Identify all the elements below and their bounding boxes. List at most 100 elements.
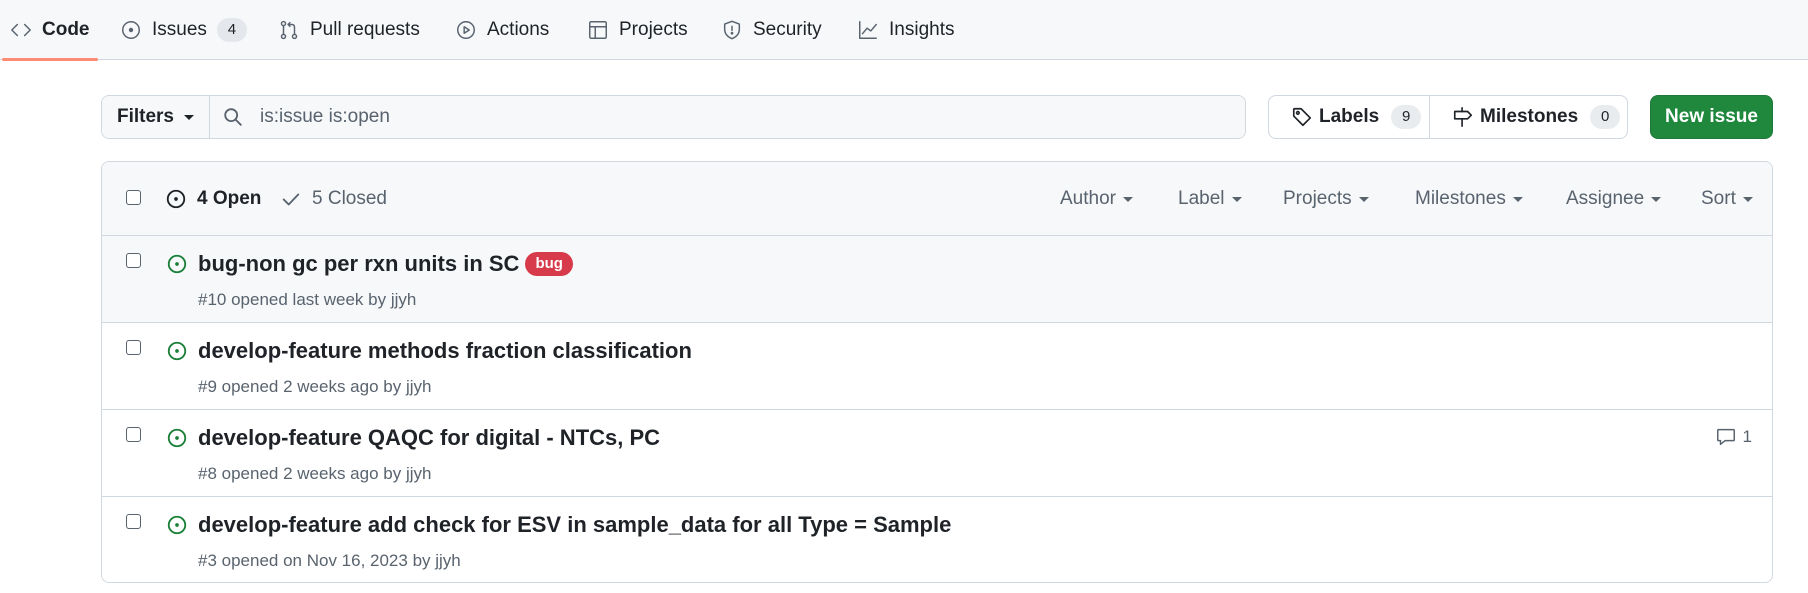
caret-down-icon: [1231, 196, 1242, 202]
author-filter-label: Author: [1060, 188, 1116, 209]
labels-button[interactable]: Labels 9: [1269, 96, 1429, 138]
issue-opened-icon: [165, 188, 187, 210]
issue-meta-text: #9 opened 2 weeks ago by: [198, 377, 406, 396]
milestone-icon: [1452, 106, 1474, 128]
open-issues-label: 4 Open: [197, 188, 262, 209]
issue-title: develop-feature QAQC for digital - NTCs,…: [198, 425, 661, 450]
new-issue-button[interactable]: New issue: [1650, 95, 1773, 139]
milestones-count-badge: 0: [1590, 105, 1621, 129]
caret-down-icon: [1512, 196, 1523, 202]
issue-meta-text: #3 opened on Nov 16, 2023 by: [198, 551, 436, 570]
tab-issues[interactable]: Issues 4: [112, 0, 255, 60]
sort-filter[interactable]: Sort: [1701, 162, 1753, 236]
issue-opened-icon: [166, 253, 188, 275]
issue-title: develop-feature methods fraction classif…: [198, 338, 692, 363]
label-filter-label: Label: [1178, 188, 1225, 209]
issue-opened-icon: [120, 19, 142, 41]
milestones-filter[interactable]: Milestones: [1415, 162, 1523, 236]
issue-row[interactable]: develop-feature methods fraction classif…: [102, 323, 1772, 410]
tab-insights[interactable]: Insights: [849, 0, 962, 60]
milestones-button[interactable]: Milestones 0: [1429, 96, 1627, 138]
issue-checkbox[interactable]: [126, 253, 141, 268]
issue-title-link[interactable]: develop-feature add check for ESV in sam…: [198, 512, 951, 538]
comments-link[interactable]: 1: [1715, 426, 1752, 448]
search-icon: [222, 106, 244, 128]
table-icon: [587, 19, 609, 41]
assignee-filter[interactable]: Assignee: [1566, 162, 1662, 236]
issues-list-header: 4 Open 5 Closed Author Label Projects Mi…: [102, 162, 1772, 236]
closed-issues-label: 5 Closed: [312, 188, 387, 209]
issue-opened-icon: [166, 427, 188, 449]
issue-meta: #8 opened 2 weeks ago by jjyh: [198, 464, 431, 484]
projects-filter[interactable]: Projects: [1283, 162, 1369, 236]
issue-author-link[interactable]: jjyh: [391, 290, 417, 309]
tab-code[interactable]: Code: [2, 0, 98, 61]
code-icon: [10, 19, 32, 41]
labels-milestones-group: Labels 9 Milestones 0: [1268, 95, 1628, 139]
select-all-checkbox[interactable]: [126, 190, 141, 205]
filters-button[interactable]: Filters: [102, 96, 210, 138]
issue-meta: #9 opened 2 weeks ago by jjyh: [198, 377, 431, 397]
issue-opened-icon: [166, 514, 188, 536]
assignee-filter-label: Assignee: [1566, 188, 1645, 209]
search-box: [210, 96, 1245, 138]
repo-nav: Code Issues 4 Pull requests Actions Proj…: [0, 0, 1808, 61]
sort-filter-label: Sort: [1701, 188, 1736, 209]
comment-icon: [1715, 426, 1737, 448]
issue-row[interactable]: develop-feature QAQC for digital - NTCs,…: [102, 410, 1772, 497]
comments-count: 1: [1742, 427, 1752, 446]
issue-checkbox[interactable]: [126, 514, 141, 529]
caret-down-icon: [184, 114, 195, 120]
tab-security-label: Security: [753, 19, 822, 40]
issues-count-badge: 4: [216, 18, 247, 42]
caret-down-icon: [1742, 196, 1753, 202]
search-input[interactable]: [258, 105, 1162, 129]
issue-checkbox[interactable]: [126, 427, 141, 442]
tag-icon: [1291, 106, 1313, 128]
issue-meta-text: #10 opened last week by: [198, 290, 391, 309]
issue-row[interactable]: bug-non gc per rxn units in SC bug #10 o…: [102, 236, 1772, 323]
filters-label: Filters: [116, 106, 175, 127]
author-filter[interactable]: Author: [1060, 162, 1133, 236]
issue-author-link[interactable]: jjyh: [435, 551, 461, 570]
tab-projects-label: Projects: [619, 19, 688, 40]
shield-icon: [721, 19, 743, 41]
tab-pull-requests-label: Pull requests: [310, 19, 420, 40]
caret-down-icon: [1122, 196, 1133, 202]
issue-row[interactable]: develop-feature add check for ESV in sam…: [102, 497, 1772, 582]
tab-pull-requests[interactable]: Pull requests: [270, 0, 428, 60]
milestones-label: Milestones: [1480, 106, 1579, 127]
caret-down-icon: [1358, 196, 1369, 202]
issue-meta: #3 opened on Nov 16, 2023 by jjyh: [198, 551, 461, 571]
git-pull-request-icon: [278, 19, 300, 41]
issue-opened-icon: [166, 340, 188, 362]
issue-checkbox[interactable]: [126, 340, 141, 355]
issue-title-link[interactable]: bug-non gc per rxn units in SC bug: [198, 251, 573, 277]
issue-title: develop-feature add check for ESV in sam…: [198, 512, 952, 537]
labels-count-badge: 9: [1391, 105, 1422, 129]
tab-security[interactable]: Security: [713, 0, 830, 60]
milestones-filter-label: Milestones: [1415, 188, 1506, 209]
open-issues-link[interactable]: 4 Open: [165, 162, 261, 236]
labels-label: Labels: [1319, 106, 1380, 127]
tab-code-label: Code: [42, 19, 90, 40]
issue-meta-text: #8 opened 2 weeks ago by: [198, 464, 406, 483]
projects-filter-label: Projects: [1283, 188, 1352, 209]
issue-title-link[interactable]: develop-feature methods fraction classif…: [198, 338, 692, 364]
play-icon: [455, 19, 477, 41]
caret-down-icon: [1651, 196, 1662, 202]
tab-projects[interactable]: Projects: [579, 0, 696, 60]
issue-author-link[interactable]: jjyh: [406, 464, 432, 483]
label-filter[interactable]: Label: [1178, 162, 1242, 236]
tab-actions[interactable]: Actions: [447, 0, 557, 60]
issue-title-link[interactable]: develop-feature QAQC for digital - NTCs,…: [198, 425, 660, 451]
tab-issues-label: Issues: [152, 19, 207, 40]
filters-search-group: Filters: [101, 95, 1246, 139]
issue-author-link[interactable]: jjyh: [406, 377, 432, 396]
graph-icon: [857, 19, 879, 41]
bug-label[interactable]: bug: [525, 252, 573, 276]
closed-issues-link[interactable]: 5 Closed: [280, 162, 387, 236]
issue-title: bug-non gc per rxn units in SC: [198, 251, 520, 276]
issues-list: 4 Open 5 Closed Author Label Projects Mi…: [101, 161, 1773, 583]
tab-insights-label: Insights: [889, 19, 955, 40]
